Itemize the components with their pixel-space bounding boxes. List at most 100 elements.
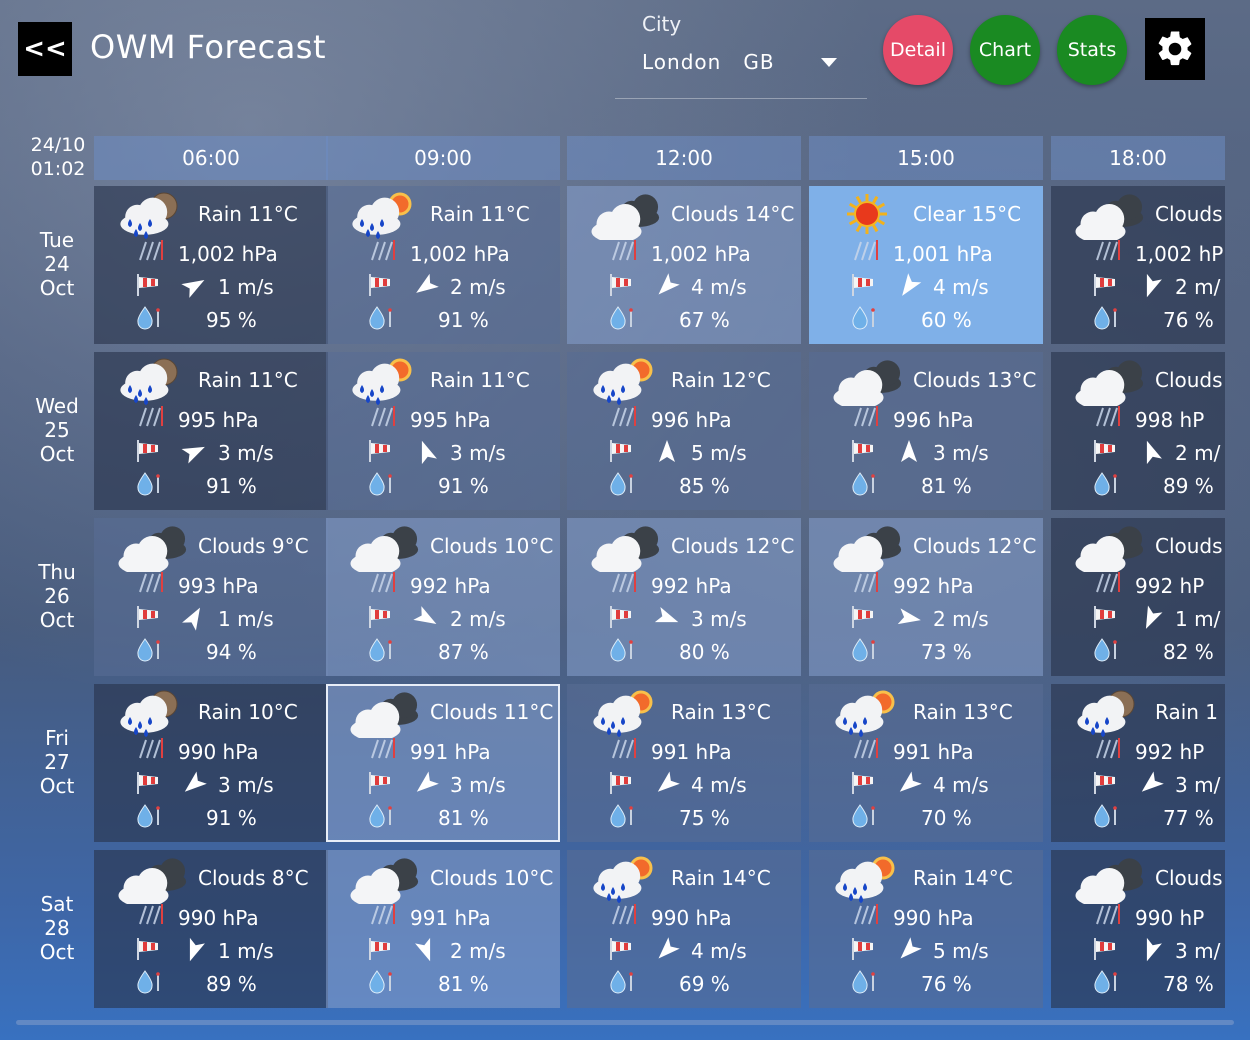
clouds-icon xyxy=(833,360,902,406)
forecast-cell[interactable]: Clouds 998 hP 2 m/89 % xyxy=(1051,352,1225,510)
hour-header: 06:00 xyxy=(94,136,328,180)
weather-summary: Rain 12°C xyxy=(671,368,771,392)
wind-sock-icon xyxy=(137,440,158,462)
forecast-cell[interactable]: Clouds 1,002 hP 2 m/76 % xyxy=(1051,186,1225,344)
humidity-value: 94 % xyxy=(206,640,257,664)
pressure-icon xyxy=(854,572,878,593)
weather-summary: Rain 11°C xyxy=(430,202,530,226)
forecast-cell[interactable]: Rain 11°C 995 hPa 3 m/s 91 % xyxy=(94,352,328,510)
wind-speed-value: 1 m/s xyxy=(218,939,274,963)
forecast-cell[interactable]: Rain 12°C 996 hPa 5 m/s 85 % xyxy=(567,352,801,510)
humidity-value: 73 % xyxy=(921,640,972,664)
pressure-icon xyxy=(371,572,395,593)
humidity-icon xyxy=(137,638,160,662)
humidity-value: 81 % xyxy=(921,474,972,498)
forecast-cell[interactable]: Rain 11°C 1,002 hPa 2 m/s 91 % xyxy=(326,186,560,344)
pressure-value: 990 hPa xyxy=(893,906,974,930)
weather-summary: Clouds 11°C xyxy=(430,700,554,724)
forecast-cell[interactable]: Clouds 14°C 1,002 hPa 4 m/s 67 % xyxy=(567,186,801,344)
forecast-cell[interactable]: Clouds 990 hP 3 m/78 % xyxy=(1051,850,1225,1008)
humidity-value: 80 % xyxy=(679,640,730,664)
pressure-icon xyxy=(1096,406,1120,427)
forecast-cell[interactable]: Rain 11°C 1,002 hPa 1 m/s 95 % xyxy=(94,186,328,344)
forecast-cell[interactable]: Clouds 10°C 991 hPa 2 m/s 81 % xyxy=(326,850,560,1008)
wind-sock-icon xyxy=(137,274,158,296)
humidity-value: 60 % xyxy=(921,308,972,332)
wind-speed-value: 3 m/s xyxy=(218,441,274,465)
wind-direction-arrow-icon xyxy=(1141,771,1164,792)
wind-sock-icon xyxy=(1094,938,1115,960)
forecast-cell[interactable]: Clouds 12°C 992 hPa 3 m/s 80 % xyxy=(567,518,801,676)
humidity-value: 78 % xyxy=(1163,972,1214,996)
wind-direction-arrow-icon xyxy=(658,937,680,959)
forecast-cell[interactable]: Clouds 13°C 996 hPa 3 m/s 81 % xyxy=(809,352,1043,510)
forecast-cell[interactable]: Rain 13°C 991 hPa 4 m/s 70 % xyxy=(809,684,1043,842)
wind-sock-icon xyxy=(1094,274,1115,296)
hour-header: 18:00 xyxy=(1051,136,1225,180)
weather-summary: Rain 1 xyxy=(1155,700,1219,724)
weather-summary: Rain 10°C xyxy=(198,700,298,724)
humidity-icon xyxy=(852,970,875,994)
humidity-icon xyxy=(610,804,633,828)
pressure-icon xyxy=(371,406,395,427)
rain-sun-icon xyxy=(352,358,412,405)
forecast-cell[interactable]: Rain 11°C 995 hPa 3 m/s 91 % xyxy=(326,352,560,510)
forecast-cell[interactable]: Clouds 11°C 991 hPa 3 m/s 81 % xyxy=(326,684,560,842)
wind-sock-icon xyxy=(610,772,631,794)
wind-sock-icon xyxy=(369,938,390,960)
humidity-icon xyxy=(1094,638,1117,662)
wind-direction-arrow-icon xyxy=(900,937,922,959)
forecast-cell[interactable]: Rain 10°C 990 hPa 3 m/s 91 % xyxy=(94,684,328,842)
wind-direction-arrow-icon xyxy=(421,440,437,465)
wind-direction-arrow-icon xyxy=(658,273,680,295)
pressure-icon xyxy=(612,738,636,759)
forecast-cell[interactable]: Clear 15°C 1,001 hPa 4 m/s 60 % xyxy=(809,186,1043,344)
humidity-value: 91 % xyxy=(438,474,489,498)
rain-sun-icon xyxy=(593,358,653,405)
humidity-icon xyxy=(369,804,392,828)
scrollbar[interactable] xyxy=(16,1020,1234,1025)
clouds-icon xyxy=(1075,858,1144,904)
wind-sock-icon xyxy=(852,440,873,462)
pressure-value: 990 hP xyxy=(1135,906,1205,930)
pressure-value: 992 hPa xyxy=(893,574,974,598)
wind-direction-arrow-icon xyxy=(181,280,205,298)
day-label: Thu 26 Oct xyxy=(18,560,96,632)
pressure-icon xyxy=(139,738,163,759)
day-label: Tue 24 Oct xyxy=(18,228,96,300)
forecast-cell[interactable]: Rain 14°C 990 hPa 5 m/s 76 % xyxy=(809,850,1043,1008)
humidity-icon xyxy=(852,638,875,662)
wind-speed-value: 4 m/s xyxy=(691,773,747,797)
wind-sock-icon xyxy=(369,772,390,794)
forecast-cell[interactable]: Rain 13°C 991 hPa 4 m/s 75 % xyxy=(567,684,801,842)
pressure-icon xyxy=(371,240,395,261)
humidity-value: 77 % xyxy=(1163,806,1214,830)
pressure-icon xyxy=(854,904,878,925)
forecast-cell[interactable]: Clouds 8°C 990 hPa 1 m/s 89 % xyxy=(94,850,328,1008)
forecast-cell[interactable]: Clouds 9°C 993 hPa 1 m/s 94 % xyxy=(94,518,328,676)
clouds-icon xyxy=(118,858,187,904)
wind-speed-value: 4 m/s xyxy=(691,275,747,299)
humidity-icon xyxy=(852,804,875,828)
clouds-icon xyxy=(350,692,419,738)
forecast-cell[interactable]: Clouds 12°C 992 hPa 2 m/s 73 % xyxy=(809,518,1043,676)
day-label-line: Wed xyxy=(35,394,79,418)
hour-header: 12:00 xyxy=(567,136,801,180)
day-label-line: 25 xyxy=(44,418,70,442)
pressure-value: 998 hP xyxy=(1135,408,1205,432)
forecast-cell[interactable]: Rain 14°C 990 hPa 4 m/s 69 % xyxy=(567,850,801,1008)
pressure-icon xyxy=(612,904,636,925)
forecast-cell[interactable]: Clouds 10°C 992 hPa 2 m/s 87 % xyxy=(326,518,560,676)
day-label-line: Thu xyxy=(38,560,76,584)
weather-summary: Rain 11°C xyxy=(430,368,530,392)
wind-direction-arrow-icon xyxy=(413,606,437,624)
weather-summary: Clouds xyxy=(1155,866,1223,890)
forecast-cell[interactable]: Clouds 992 hP 1 m/82 % xyxy=(1051,518,1225,676)
humidity-icon xyxy=(1094,472,1117,496)
hour-header: 09:00 xyxy=(326,136,560,180)
wind-speed-value: 5 m/s xyxy=(933,939,989,963)
weather-summary: Clear 15°C xyxy=(913,202,1022,226)
wind-speed-value: 2 m/s xyxy=(450,275,506,299)
forecast-cell[interactable]: Rain 1 992 hP 3 m/77 % xyxy=(1051,684,1225,842)
day-label-line: 26 xyxy=(44,584,70,608)
